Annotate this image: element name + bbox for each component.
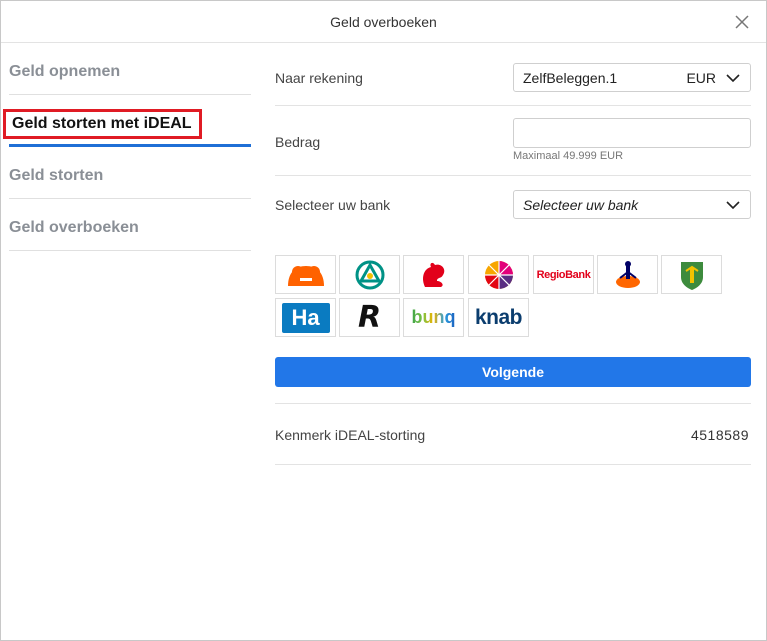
amount-input[interactable] — [513, 118, 751, 148]
sidebar-item-label: Geld storten met iDEAL — [3, 109, 202, 139]
bank-tile-rabobank[interactable] — [597, 255, 658, 294]
sidebar-item-geld-storten[interactable]: Geld storten — [9, 167, 251, 199]
bank-select-placeholder: Selecteer uw bank — [523, 197, 639, 213]
reference-label: Kenmerk iDEAL-storting — [275, 427, 426, 443]
rabobank-logo-icon — [615, 260, 640, 288]
ing-logo-icon — [287, 265, 324, 286]
transfer-dialog: Geld overboeken Geld opnemen Geld storte… — [0, 0, 767, 641]
sidebar-item-label: Geld overboeken — [9, 219, 139, 236]
abn-amro-logo-icon — [355, 260, 384, 289]
bank-tile-ing[interactable] — [275, 255, 336, 294]
account-label: Naar rekening — [275, 70, 363, 86]
bank-tile-triodos[interactable] — [661, 255, 722, 294]
divider — [275, 175, 751, 176]
knab-logo: knab — [474, 305, 523, 329]
bank-tile-bunq[interactable]: bunq — [403, 298, 464, 337]
chevron-down-icon — [726, 201, 740, 210]
bank-tile-sns[interactable] — [468, 255, 529, 294]
sidebar-item-geld-overboeken[interactable]: Geld overboeken — [9, 219, 251, 251]
sidebar-item-label: Geld opnemen — [9, 63, 121, 80]
handelsbanken-logo: Ha — [281, 302, 330, 333]
bank-select[interactable]: Selecteer uw bank — [513, 190, 751, 219]
bank-tile-abn-amro[interactable] — [339, 255, 400, 294]
amount-label: Bedrag — [275, 134, 321, 150]
divider — [275, 105, 751, 106]
chevron-down-icon — [726, 74, 740, 83]
bank-tile-revolut[interactable]: R — [339, 298, 400, 337]
sidebar-item-label: Geld storten — [9, 167, 104, 184]
bank-tile-regiobank[interactable]: RegioBank — [533, 255, 594, 294]
bank-tile-handelsbanken[interactable]: Ha — [275, 298, 336, 337]
reference-value: 4518589 — [690, 427, 749, 443]
regiobank-logo: RegioBank — [536, 268, 591, 281]
asn-squirrel-logo-icon — [422, 262, 444, 287]
dialog-header: Geld overboeken — [1, 1, 766, 43]
bunq-logo: bunq — [411, 307, 456, 327]
bank-tile-asn[interactable] — [403, 255, 464, 294]
amount-hint: Maximaal 49.999 EUR — [513, 150, 624, 162]
bank-tile-knab[interactable]: knab — [468, 298, 529, 337]
next-button[interactable]: Volgende — [275, 357, 751, 387]
sns-logo-icon — [484, 260, 513, 289]
account-currency: EUR — [686, 70, 716, 86]
dialog-title: Geld overboeken — [330, 14, 437, 30]
sidebar-item-geld-storten-ideal[interactable]: Geld storten met iDEAL — [3, 109, 251, 145]
bank-label: Selecteer uw bank — [275, 197, 391, 213]
close-icon — [735, 15, 749, 29]
divider — [275, 464, 751, 465]
active-tab-indicator — [9, 144, 251, 147]
revolut-logo: R — [357, 300, 382, 335]
sidebar-item-geld-opnemen[interactable]: Geld opnemen — [9, 63, 251, 95]
divider — [275, 403, 751, 404]
account-value: ZelfBeleggen.1 — [523, 70, 618, 86]
account-select[interactable]: ZelfBeleggen.1 EUR — [513, 63, 751, 92]
triodos-logo-icon — [680, 261, 703, 290]
close-button[interactable] — [732, 12, 752, 32]
